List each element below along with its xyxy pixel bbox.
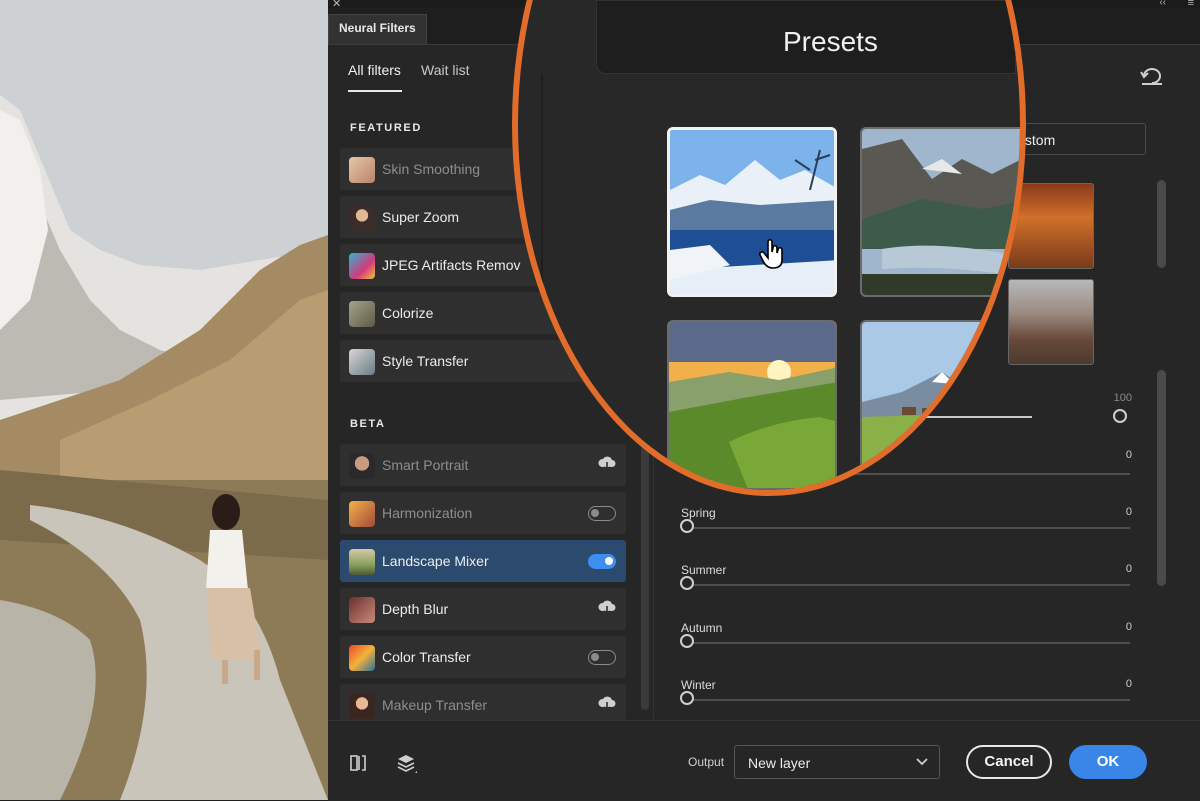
landscape-photo-illustration [0, 0, 328, 800]
panel-tab-neural-filters[interactable]: Neural Filters [328, 14, 427, 44]
slider-value: 0 [1125, 678, 1132, 690]
chevron-down-icon [916, 758, 928, 766]
slider-value: 0 [1125, 563, 1132, 575]
filter-label: Landscape Mixer [382, 553, 489, 569]
winter-lake-thumbnail [670, 130, 834, 294]
slider-knob[interactable] [680, 691, 694, 705]
filter-label: Style Transfer [382, 353, 469, 369]
featured-section-title: FEATURED [350, 122, 422, 134]
presets-scrollbar[interactable] [1157, 180, 1166, 268]
portrait-glasses-thumb-icon [349, 205, 375, 231]
filter-label: Depth Blur [382, 601, 449, 617]
preset-alpine-meadow[interactable] [860, 320, 1020, 490]
presets-magnifier: Presets [512, 0, 1026, 496]
slider-value: 100 [1113, 392, 1132, 404]
slider-summer[interactable]: Summer 0 [680, 563, 1132, 603]
panel-footer: Output New layer Cancel OK [328, 720, 1200, 801]
slider-value: 0 [1125, 449, 1132, 461]
slider-knob[interactable] [680, 576, 694, 590]
face-thumb-icon [349, 157, 375, 183]
slider-value: 0 [1125, 506, 1132, 518]
reset-icon[interactable] [1140, 66, 1164, 86]
slider-autumn[interactable]: Autumn 0 [680, 621, 1132, 661]
cloud-download-icon[interactable] [598, 600, 616, 621]
color-transfer-toggle[interactable] [588, 650, 616, 665]
slider-knob[interactable] [680, 519, 694, 533]
filter-label: Super Zoom [382, 209, 460, 225]
filter-label: Color Transfer [382, 649, 471, 665]
tab-wait-list[interactable]: Wait list [421, 62, 469, 78]
mountain-lake-thumbnail [862, 129, 1020, 295]
filter-landscape-mixer[interactable]: Landscape Mixer [340, 540, 626, 582]
filter-label: Smart Portrait [382, 457, 469, 473]
style-transfer-thumb-icon [349, 349, 375, 375]
tab-all-filters[interactable]: All filters [348, 62, 401, 78]
slider-track [686, 699, 1130, 701]
output-label: Output [688, 755, 725, 769]
output-select-value: New layer [748, 755, 811, 771]
presets-title: Presets [783, 26, 878, 57]
colorize-thumb-icon [349, 301, 375, 327]
filter-depth-blur[interactable]: Depth Blur [340, 588, 626, 630]
filter-label: Harmonization [382, 505, 473, 521]
alpine-meadow-thumbnail [862, 322, 1020, 488]
slider-label: Spring [681, 506, 716, 520]
filter-makeup-transfer[interactable]: Makeup Transfer [340, 684, 626, 720]
harmonization-toggle[interactable] [588, 506, 616, 521]
ok-button[interactable]: OK [1069, 745, 1147, 779]
slider-label: Summer [681, 563, 727, 577]
slider-value: 0 [1125, 621, 1132, 633]
hand-cursor-icon [759, 238, 783, 269]
preview-toggle-icon[interactable] [348, 753, 368, 773]
collapse-icon[interactable]: ‹‹ [1159, 0, 1166, 8]
beta-section-title: BETA [350, 418, 386, 430]
preset-winter-lake[interactable] [667, 127, 837, 297]
background-photo [0, 0, 328, 800]
filter-harmonization[interactable]: Harmonization [340, 492, 626, 534]
cancel-button[interactable]: Cancel [966, 745, 1052, 779]
layers-icon[interactable] [396, 753, 417, 773]
preset-desert-thumbnail[interactable] [1008, 279, 1094, 365]
color-transfer-thumb-icon [349, 645, 375, 671]
sunrise-hills-thumbnail [669, 322, 835, 488]
harmonization-thumb-icon [349, 501, 375, 527]
slider-label: Winter [681, 678, 716, 692]
filter-label: Makeup Transfer [382, 697, 488, 713]
output-select[interactable]: New layer [734, 745, 940, 779]
smart-portrait-thumb-icon [349, 453, 375, 479]
slider-spring[interactable]: Spring 0 [680, 506, 1132, 546]
depth-blur-thumb-icon [349, 597, 375, 623]
slider-label: Autumn [681, 621, 723, 635]
preset-mountain-lake[interactable] [860, 127, 1020, 297]
makeup-transfer-thumb-icon [349, 693, 375, 719]
slider-knob[interactable] [1113, 409, 1127, 423]
active-tab-underline [348, 90, 402, 92]
landscape-mixer-toggle[interactable] [588, 554, 616, 569]
slider-track [686, 642, 1130, 644]
filter-label: Skin Smoothing [382, 161, 481, 177]
filter-label: Colorize [382, 305, 434, 321]
sliders-scrollbar[interactable] [1157, 370, 1166, 586]
jpeg-artifacts-thumb-icon [349, 253, 375, 279]
landscape-mixer-thumb-icon [349, 549, 375, 575]
cloud-download-icon[interactable] [598, 696, 616, 717]
filter-label: JPEG Artifacts Remov [382, 257, 521, 273]
slider-track [686, 584, 1130, 586]
slider-winter[interactable]: Winter 0 [680, 678, 1132, 718]
slider-track [686, 527, 1130, 529]
slider-knob[interactable] [680, 634, 694, 648]
magnified-divider [541, 74, 543, 434]
preset-sunrise-hills[interactable] [667, 320, 837, 490]
filter-color-transfer[interactable]: Color Transfer [340, 636, 626, 678]
